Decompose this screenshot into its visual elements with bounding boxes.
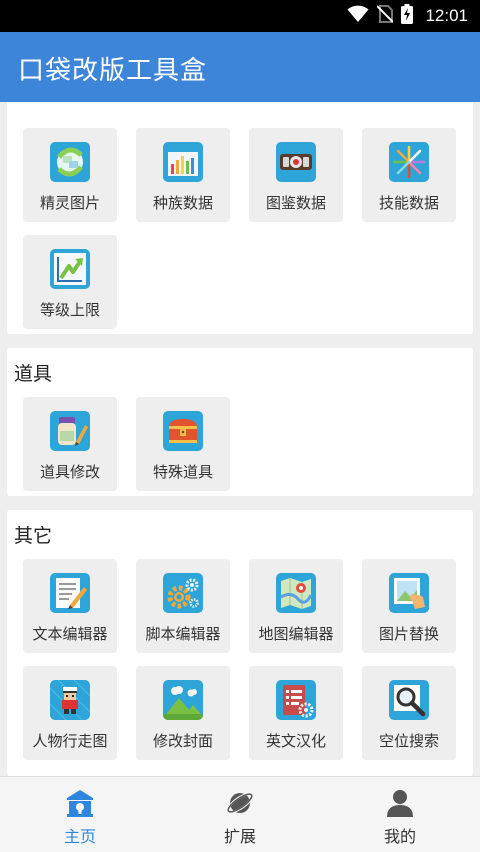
tile-sprite-image[interactable]: 精灵图片 — [23, 128, 117, 222]
tile-label: 人物行走图 — [32, 732, 108, 750]
nav-label: 我的 — [383, 827, 416, 846]
tile-label: 脚本编辑器 — [145, 625, 221, 643]
planet-icon — [226, 789, 254, 817]
document-settings-icon — [276, 680, 316, 720]
tile-map-editor[interactable]: 地图编辑器 — [249, 559, 343, 653]
image-replace-icon — [389, 573, 429, 613]
tile-special-items[interactable]: 特殊道具 — [136, 397, 230, 491]
tile-skills[interactable]: 技能数据 — [362, 128, 456, 222]
tile-character-walk[interactable]: 人物行走图 — [23, 666, 117, 760]
tile-label: 精灵图片 — [39, 194, 100, 212]
tile-text-editor[interactable]: 文本编辑器 — [23, 559, 117, 653]
tile-label: 修改封面 — [152, 732, 213, 750]
section-card-sprites: 精灵 精灵图片 种族数据 图鉴数据 技能数据 — [7, 102, 473, 334]
status-time: 12:01 — [425, 6, 468, 25]
treasure-chest-icon — [163, 411, 203, 451]
tile-label: 特殊道具 — [152, 463, 213, 481]
nav-label: 主页 — [63, 827, 96, 846]
pokedex-icon — [276, 142, 316, 182]
tile-edit-cover[interactable]: 修改封面 — [136, 666, 230, 760]
tile-label: 文本编辑器 — [32, 625, 108, 643]
fireworks-icon — [389, 142, 429, 182]
tile-base-stats[interactable]: 种族数据 — [136, 128, 230, 222]
section-card-others: 其它 文本编辑器 脚本编辑器 地图编辑器 图片替换 人物行走图 修改封面 英文汉… — [7, 510, 473, 776]
tile-label: 种族数据 — [152, 194, 213, 212]
app-title: 口袋改版工具盒 — [18, 56, 208, 86]
tile-label: 等级上限 — [39, 301, 100, 319]
main-content[interactable]: 精灵 精灵图片 种族数据 图鉴数据 技能数据 — [0, 102, 480, 776]
tile-level-cap[interactable]: 等级上限 — [23, 235, 117, 329]
nav-profile[interactable]: 我的 — [320, 777, 480, 852]
no-sim-icon — [376, 5, 395, 27]
tile-label: 技能数据 — [378, 194, 439, 212]
tile-script-editor[interactable]: 脚本编辑器 — [136, 559, 230, 653]
tile-pokedex[interactable]: 图鉴数据 — [249, 128, 343, 222]
user-icon — [386, 789, 414, 817]
home-icon — [66, 789, 94, 817]
section-title: 其它 — [14, 525, 53, 547]
bottom-nav: 主页 扩展 我的 — [0, 776, 480, 852]
landscape-icon — [163, 680, 203, 720]
nav-extensions[interactable]: 扩展 — [160, 777, 320, 852]
nav-label: 扩展 — [223, 827, 256, 846]
status-icons: 12:01 — [347, 0, 468, 32]
section-title: 道具 — [14, 363, 53, 385]
section-title: 精灵 — [14, 102, 52, 104]
text-editor-icon — [50, 573, 90, 613]
level-up-chart-icon — [50, 249, 90, 289]
tile-label: 地图编辑器 — [258, 625, 334, 643]
tile-label: 道具修改 — [39, 463, 100, 481]
tile-item-edit[interactable]: 道具修改 — [23, 397, 117, 491]
status-bar: 12:01 — [0, 0, 480, 32]
search-magnifier-icon — [389, 680, 429, 720]
tile-label: 英文汉化 — [265, 732, 326, 750]
tile-label: 图片替换 — [378, 625, 439, 643]
potion-edit-icon — [50, 411, 90, 451]
tile-label: 图鉴数据 — [265, 194, 326, 212]
section-card-items: 道具 道具修改 特殊道具 — [7, 348, 473, 496]
tile-image-replace[interactable]: 图片替换 — [362, 559, 456, 653]
sprite-image-icon — [50, 142, 90, 182]
map-icon — [276, 573, 316, 613]
tile-free-space-search[interactable]: 空位搜索 — [362, 666, 456, 760]
nav-home[interactable]: 主页 — [0, 777, 160, 852]
bar-chart-icon — [163, 142, 203, 182]
gears-icon — [163, 573, 203, 613]
app-bar: 口袋改版工具盒 — [0, 32, 480, 102]
tile-label: 空位搜索 — [378, 732, 439, 750]
character-sprite-icon — [50, 680, 90, 720]
battery-charging-icon — [401, 4, 414, 28]
wifi-icon — [347, 5, 369, 27]
tile-localization[interactable]: 英文汉化 — [249, 666, 343, 760]
